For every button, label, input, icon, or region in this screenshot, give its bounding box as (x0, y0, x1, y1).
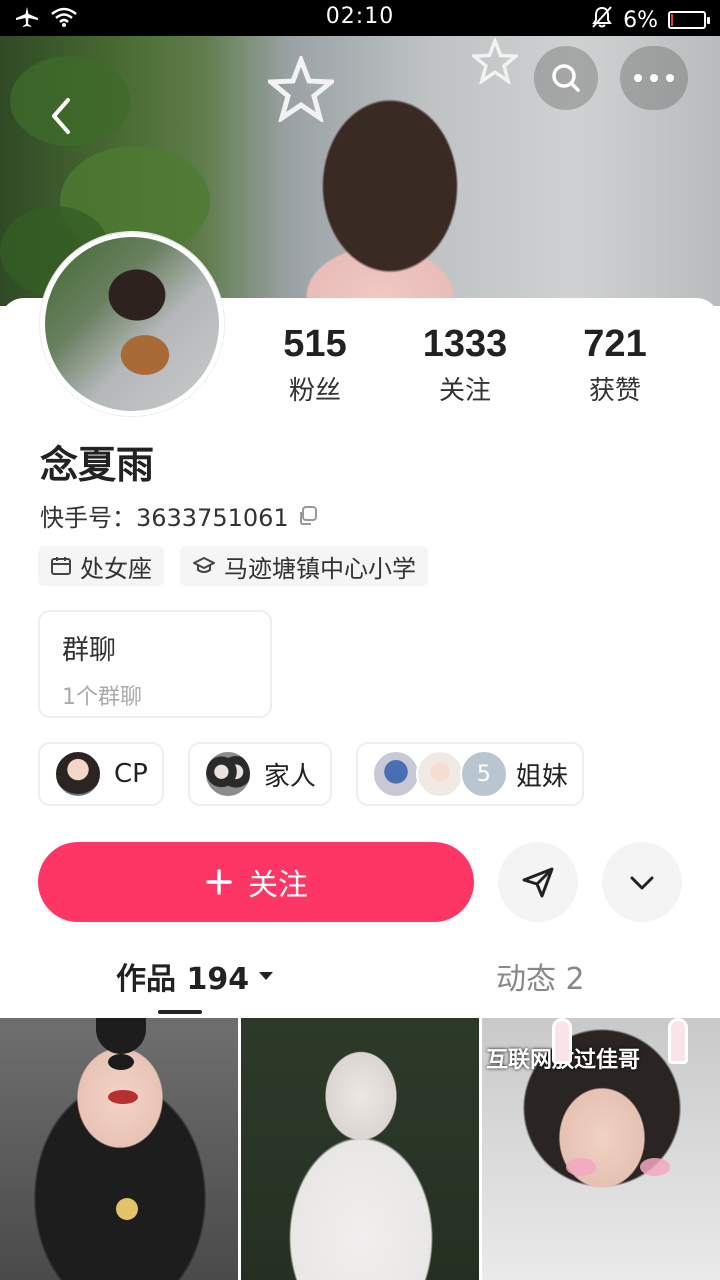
bear-filter-ears (96, 1018, 146, 1054)
chevron-down-icon (630, 876, 654, 890)
group-chat-title: 群聊 (62, 635, 116, 666)
chevron-left-icon (52, 98, 70, 134)
copy-icon[interactable] (297, 505, 319, 527)
nickname: 念夏雨 (40, 443, 155, 487)
stat-value: 515 (283, 323, 347, 365)
stat-following[interactable]: 1333 关注 (390, 322, 540, 407)
relation-family[interactable]: 家人 (187, 742, 332, 806)
follow-button[interactable]: 关注 (38, 842, 474, 922)
blush (566, 1158, 596, 1176)
tag-constellation: 处女座 (38, 546, 164, 586)
pendant (116, 1198, 138, 1220)
stat-label: 获赞 (588, 376, 641, 406)
uid-row: 快手号：3633751061 (40, 498, 319, 533)
relation-avatar (54, 750, 102, 798)
uid-label: 快手号： (40, 504, 136, 532)
relation-avatar (371, 750, 420, 798)
stats-row: 515 粉丝 1333 关注 721 获赞 (240, 322, 700, 407)
works-grid: 互联网放过佳哥 (0, 1018, 720, 1280)
school-icon (193, 557, 215, 573)
plus-icon (206, 869, 232, 895)
relations-row: CP 家人 5 姐妹 (38, 742, 584, 806)
tag-school: 马迹塘镇中心小学 (180, 546, 428, 586)
tab-indicator (158, 1010, 202, 1014)
blush (640, 1158, 670, 1176)
relation-label: 家人 (263, 761, 316, 792)
battery-fill (671, 14, 673, 26)
status-right: 6% (591, 5, 710, 35)
work-thumbnail[interactable] (0, 1018, 238, 1280)
stat-value: 721 (583, 323, 647, 365)
send-icon (522, 867, 554, 898)
caret-down-icon (259, 972, 274, 980)
uid-value: 3633751061 (136, 504, 289, 532)
content-tabs: 作品 194 动态 2 (0, 944, 720, 1016)
tab-works[interactable]: 作品 194 (116, 954, 275, 998)
bunny-ear (668, 1018, 688, 1064)
search-icon (552, 64, 580, 92)
work-thumbnail[interactable] (241, 1018, 479, 1280)
stat-label: 粉丝 (288, 376, 341, 406)
battery-percent: 6% (623, 7, 658, 33)
calendar-icon (51, 557, 71, 575)
group-chat-count: 1个群聊 (62, 685, 142, 710)
relation-avatar-stack: 5 (371, 750, 508, 798)
bell-off-icon (591, 5, 613, 35)
battery-icon (668, 11, 710, 29)
bear-filter-nose (108, 1054, 134, 1070)
tab-moments[interactable]: 动态 2 (496, 954, 585, 998)
more-button[interactable] (620, 46, 688, 110)
status-bar: 02:10 6% (0, 0, 720, 36)
group-chat-card[interactable]: 群聊 1个群聊 (38, 610, 272, 718)
relation-label: 姐妹 (515, 761, 568, 792)
star-hairclip-icon (472, 38, 518, 84)
expand-button[interactable] (602, 842, 682, 922)
relation-avatar (203, 750, 252, 798)
relation-sisters[interactable]: 5 姐妹 (355, 742, 584, 806)
relation-label: CP (114, 759, 148, 789)
stat-followers[interactable]: 515 粉丝 (240, 322, 390, 407)
follow-label: 关注 (248, 868, 308, 903)
profile-tags: 处女座 马迹塘镇中心小学 (38, 546, 428, 586)
stat-likes[interactable]: 721 获赞 (540, 322, 690, 407)
work-thumbnail[interactable]: 互联网放过佳哥 (482, 1018, 720, 1280)
bunny-ear (552, 1018, 572, 1064)
avatar[interactable] (40, 232, 224, 416)
tag-text: 马迹塘镇中心小学 (224, 554, 416, 583)
star-hairclip-icon (268, 56, 334, 122)
tag-text: 处女座 (80, 554, 152, 583)
send-message-button[interactable] (498, 842, 578, 922)
relation-avatar-count: 5 (459, 750, 508, 798)
search-button[interactable] (534, 46, 598, 110)
relation-cp[interactable]: CP (38, 742, 164, 806)
stat-value: 1333 (422, 323, 508, 365)
more-horizontal-icon (634, 74, 674, 82)
relation-avatar (415, 750, 464, 798)
tab-works-label: 作品 194 (116, 962, 250, 997)
back-button[interactable] (34, 88, 90, 144)
stat-label: 关注 (438, 376, 491, 406)
lips (108, 1090, 138, 1104)
